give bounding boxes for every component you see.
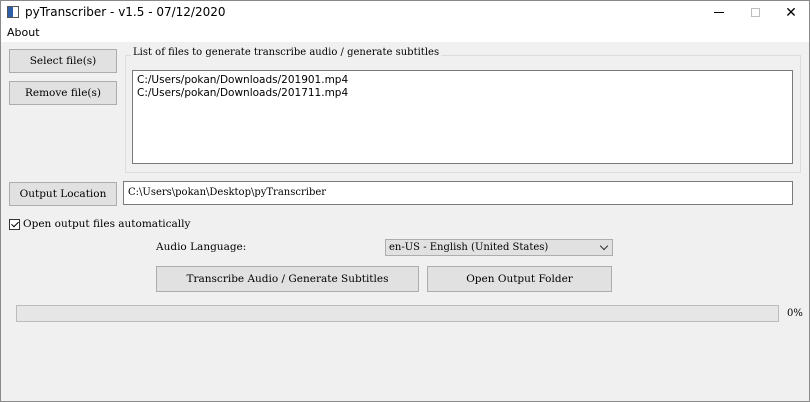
file-list-group-title: List of files to generate transcribe aud… (131, 47, 442, 58)
transcribe-button[interactable]: Transcribe Audio / Generate Subtitles (156, 266, 419, 292)
chevron-down-icon (599, 241, 609, 251)
list-item[interactable]: C:/Users/pokan/Downloads/201711.mp4 (137, 87, 788, 100)
audio-language-select[interactable]: en-US - English (United States) (385, 239, 613, 256)
progress-bar (16, 305, 779, 322)
maximize-button[interactable] (737, 1, 773, 24)
output-location-button[interactable]: Output Location (9, 182, 117, 206)
app-icon (7, 6, 19, 18)
audio-language-selected: en-US - English (United States) (389, 242, 549, 253)
open-output-folder-button[interactable]: Open Output Folder (427, 266, 612, 292)
select-files-button[interactable]: Select file(s) (9, 49, 117, 73)
open-output-checkbox[interactable] (9, 219, 20, 230)
menu-bar: About (1, 24, 809, 42)
menu-item-about[interactable]: About (7, 26, 40, 39)
main-window: pyTranscriber - v1.5 - 07/12/2020 ✕ Abou… (0, 0, 810, 402)
list-item[interactable]: C:/Users/pokan/Downloads/201901.mp4 (137, 74, 788, 87)
title-bar[interactable]: pyTranscriber - v1.5 - 07/12/2020 ✕ (1, 1, 809, 24)
maximize-icon (750, 8, 760, 17)
close-icon: ✕ (785, 4, 797, 21)
minimize-icon (714, 12, 724, 13)
window-title: pyTranscriber - v1.5 - 07/12/2020 (25, 5, 226, 19)
remove-files-button[interactable]: Remove file(s) (9, 81, 117, 105)
close-button[interactable]: ✕ (773, 1, 809, 24)
open-output-checkbox-label[interactable]: Open output files automatically (23, 218, 190, 230)
minimize-button[interactable] (701, 1, 737, 24)
progress-percent: 0% (787, 308, 803, 319)
audio-language-label: Audio Language: (156, 241, 247, 253)
output-location-field[interactable]: C:\Users\pokan\Desktop\pyTranscriber (123, 181, 793, 205)
file-list[interactable]: C:/Users/pokan/Downloads/201901.mp4 C:/U… (132, 70, 793, 164)
